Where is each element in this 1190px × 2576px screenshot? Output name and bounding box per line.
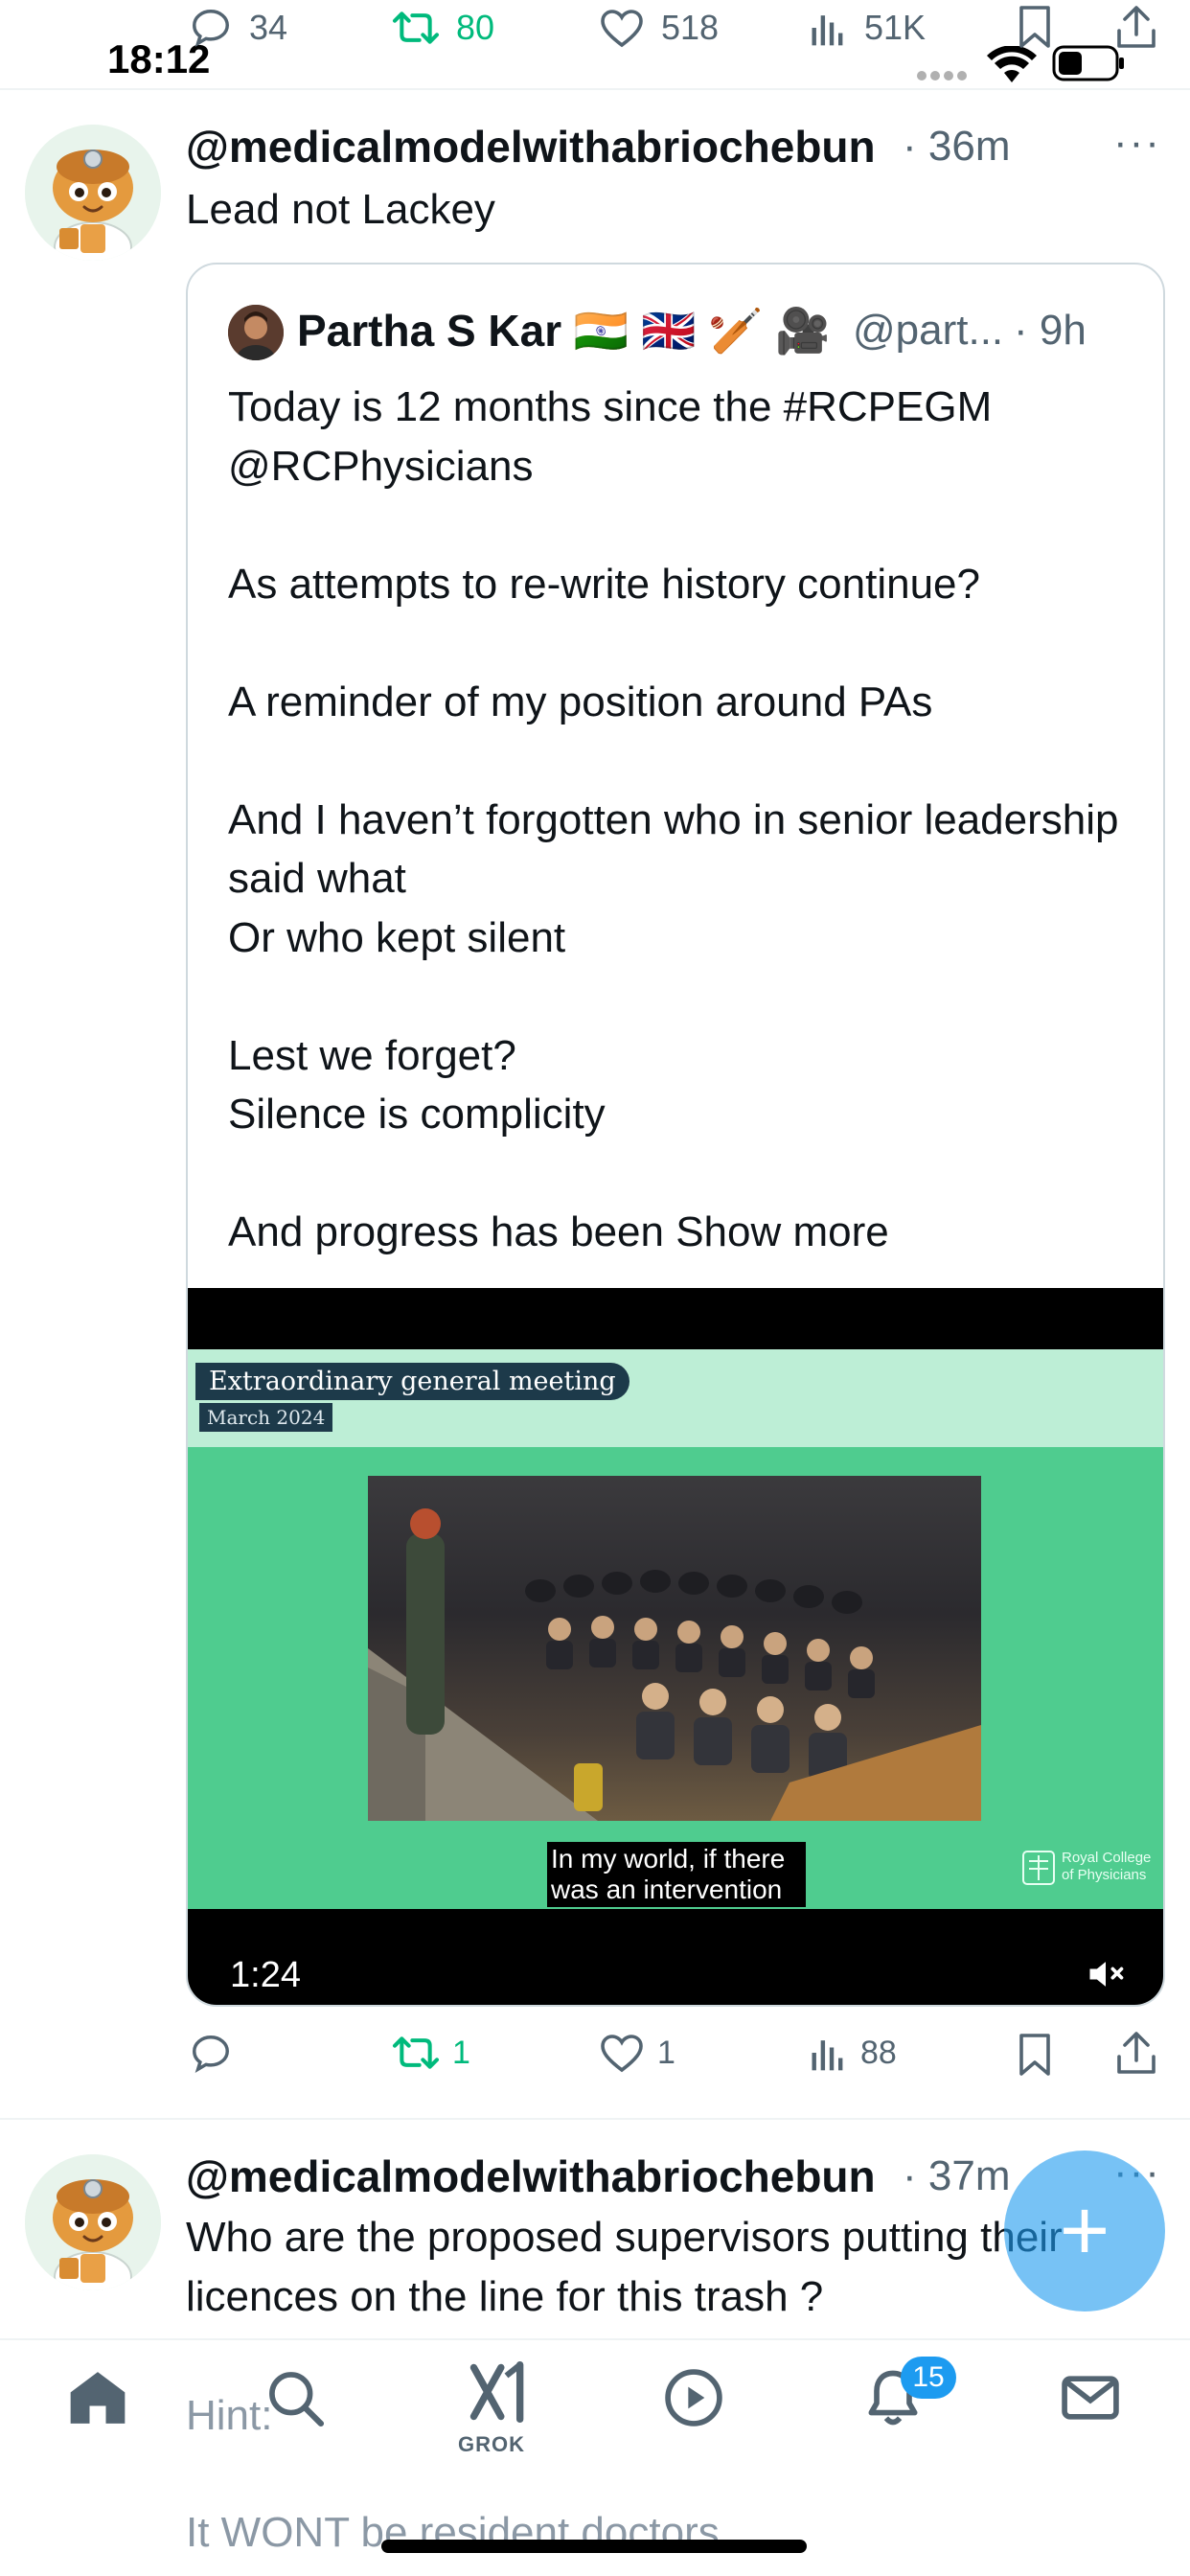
wifi-icon xyxy=(987,46,1037,84)
views-icon xyxy=(812,2040,843,2071)
quote-paragraph: Lest we forget? Silence is complicity xyxy=(228,1031,606,1138)
quote-text: Today is 12 months since the #RCPEGM @RC… xyxy=(228,378,1148,1262)
meeting-audience-image xyxy=(368,1476,981,1821)
tweet-author-handle[interactable]: @medicalmodelwithabriochebun xyxy=(186,2150,876,2202)
prev-views-count: 51K xyxy=(864,8,927,47)
audience-scene-icon xyxy=(368,1508,981,1821)
share-icon xyxy=(1117,6,1156,48)
heart-icon xyxy=(601,2035,643,2073)
share-button[interactable] xyxy=(1115,2030,1157,2076)
video-frame: Extraordinary general meeting March 2024 xyxy=(188,1349,1163,1909)
retweet-icon xyxy=(392,12,440,44)
quote-author-avatar[interactable] xyxy=(228,305,284,360)
prev-share-button[interactable] xyxy=(1115,4,1157,50)
quote-author-name[interactable]: Partha S Kar 🇮🇳 🇬🇧 🏏 🎥 xyxy=(297,305,830,357)
video-duration: 1:24 xyxy=(230,1955,301,1995)
share-icon xyxy=(1117,2032,1156,2074)
prev-bookmark-button[interactable] xyxy=(1018,4,1052,50)
prev-like-button[interactable]: 518 xyxy=(598,0,719,56)
signal-icon xyxy=(916,69,973,82)
retweet-icon xyxy=(392,2036,440,2069)
reply-button[interactable] xyxy=(188,2032,245,2076)
prev-retweet-count: 80 xyxy=(456,8,495,47)
rcp-crest-icon xyxy=(1022,1851,1055,1885)
prev-views-button[interactable]: 51K xyxy=(807,0,926,56)
views-button[interactable]: 88 xyxy=(807,2032,897,2074)
quote-paragraph: As attempts to re-write history continue… xyxy=(228,560,980,608)
messages-tab[interactable] xyxy=(1058,2365,1123,2430)
reply-icon xyxy=(193,10,229,48)
video-banner-date: March 2024 xyxy=(199,1403,333,1432)
messages-icon xyxy=(1062,2376,1119,2420)
quote-author-handle[interactable]: @part... xyxy=(853,307,1003,355)
quote-last-paragraph: And progress has been Show more xyxy=(228,1203,1148,1262)
like-count: 1 xyxy=(657,2034,675,2071)
quote-paragraph: And I haven’t forgotten who in senior le… xyxy=(228,795,1119,961)
views-icon xyxy=(812,15,843,46)
show-more-link[interactable]: Show more xyxy=(675,1208,889,1255)
home-icon xyxy=(70,2372,126,2424)
doctor-bun-avatar-icon xyxy=(25,125,161,261)
heart-icon xyxy=(601,10,643,48)
home-tab[interactable] xyxy=(65,2365,130,2430)
views-count: 88 xyxy=(860,2034,897,2071)
quote-truncated-text: And progress has been xyxy=(228,1208,676,1255)
grok-icon xyxy=(469,2360,524,2424)
mute-button[interactable] xyxy=(1085,1953,1127,1995)
video-tab[interactable] xyxy=(661,2365,726,2430)
prev-like-count: 518 xyxy=(661,8,720,47)
quote-paragraph: A reminder of my position around PAs xyxy=(228,678,933,725)
notifications-badge: 15 xyxy=(901,2357,956,2399)
prev-reply-count: 34 xyxy=(249,8,288,47)
prev-reply-button[interactable]: 34 xyxy=(188,0,287,56)
compose-button[interactable]: + xyxy=(1004,2150,1165,2312)
reply-icon xyxy=(193,2036,229,2074)
rcp-logo: Royal College of Physicians xyxy=(1021,1850,1156,1886)
retweet-count: 1 xyxy=(452,2034,470,2071)
tweet-divider xyxy=(0,88,1190,90)
tweet-divider xyxy=(0,2118,1190,2120)
video-player[interactable]: Extraordinary general meeting March 2024 xyxy=(188,1288,1163,2005)
more-options-button[interactable]: ··· xyxy=(1113,119,1161,167)
bookmark-button[interactable] xyxy=(1018,2032,1052,2078)
quote-paragraph: Today is 12 months since the #RCPEGM @RC… xyxy=(228,383,993,490)
grok-tab[interactable] xyxy=(464,2359,533,2425)
person-photo-icon xyxy=(228,305,284,360)
like-button[interactable]: 1 xyxy=(598,2032,675,2074)
quoted-tweet-card[interactable]: Partha S Kar 🇮🇳 🇬🇧 🏏 🎥 @part... · 9h Tod… xyxy=(186,263,1165,2007)
bookmark-icon xyxy=(1019,6,1050,48)
hint-overlay-text: Hint: xyxy=(186,2392,273,2439)
doctor-bun-avatar-icon xyxy=(25,2154,161,2290)
plus-icon: + xyxy=(1059,2182,1110,2279)
bookmark-icon xyxy=(1019,2034,1050,2076)
tweet-timestamp[interactable]: · 36m xyxy=(903,123,1010,171)
tweet-author-handle[interactable]: @medicalmodelwithabriochebun xyxy=(186,121,876,172)
retweet-button[interactable]: 1 xyxy=(391,2032,470,2074)
muted-speaker-icon xyxy=(1089,1962,1124,1987)
video-icon xyxy=(665,2369,722,2426)
quote-timestamp: · 9h xyxy=(1014,307,1087,354)
avatar[interactable] xyxy=(25,125,161,261)
battery-icon xyxy=(1052,44,1127,82)
avatar[interactable] xyxy=(25,2154,161,2290)
prev-retweet-button[interactable]: 80 xyxy=(391,0,494,56)
tweet-timestamp[interactable]: · 37m xyxy=(903,2152,1010,2200)
grok-label: GROK xyxy=(458,2432,525,2456)
tweet-text: Lead not Lackey xyxy=(186,186,495,233)
video-banner-title: Extraordinary general meeting xyxy=(195,1363,629,1400)
home-indicator[interactable] xyxy=(381,2540,807,2553)
video-caption: In my world, if there was an interventio… xyxy=(547,1842,806,1907)
